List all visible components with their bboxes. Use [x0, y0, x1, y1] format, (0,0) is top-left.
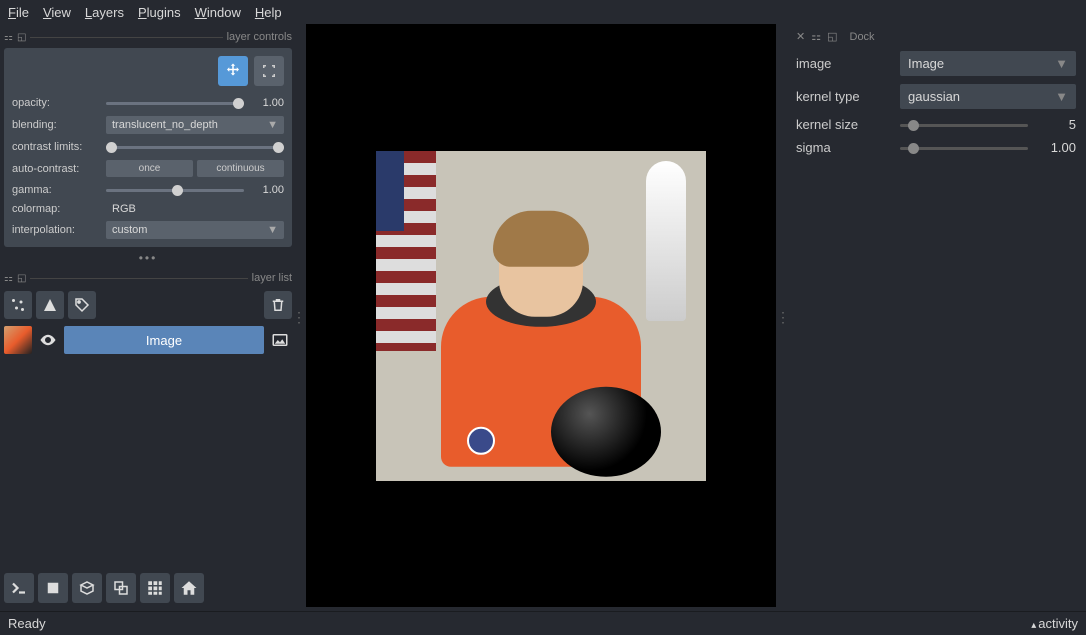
kernel-size-label: kernel size	[796, 117, 892, 132]
layer-thumbnail	[4, 326, 32, 354]
interpolation-label: interpolation:	[12, 224, 100, 236]
sigma-value: 1.00	[1036, 140, 1076, 155]
popout-icon[interactable]: ◱	[827, 30, 837, 43]
undock-icon[interactable]: ⚏	[811, 30, 821, 43]
layer-tools-row	[4, 291, 292, 319]
center-area	[302, 24, 780, 611]
image-param-value: Image	[908, 56, 944, 71]
square-icon	[44, 579, 62, 597]
auto-contrast-once-button[interactable]: once	[106, 160, 193, 177]
layer-list-header: ⚏ ◱ layer list	[4, 269, 292, 287]
layer-type-icon	[268, 331, 292, 349]
layer-controls-panel: opacity: 1.00 blending: translucent_no_d…	[4, 48, 292, 247]
transform-icon	[260, 62, 278, 80]
opacity-label: opacity:	[12, 97, 100, 109]
blending-select[interactable]: translucent_no_depth ▼	[106, 116, 284, 134]
layer-name[interactable]: Image	[64, 326, 264, 354]
menu-window[interactable]: Window	[195, 5, 241, 20]
colormap-label: colormap:	[12, 203, 100, 215]
status-text: Ready	[8, 616, 46, 631]
ndisplay-button[interactable]	[38, 573, 68, 603]
popout-icon[interactable]: ◱	[17, 273, 26, 284]
cube-roll-icon	[78, 579, 96, 597]
menu-bar: File View Layers Plugins Window Help	[0, 0, 1086, 24]
kernel-type-value: gaussian	[908, 89, 960, 104]
right-sidebar: ✕ ⚏ ◱ Dock image Image ▼ kernel type gau…	[786, 24, 1086, 611]
image-param-select[interactable]: Image ▼	[900, 51, 1076, 76]
dock-header: ✕ ⚏ ◱ Dock	[796, 30, 1076, 43]
move-icon	[224, 62, 242, 80]
main-area: ⚏ ◱ layer controls opacity: 1.00	[0, 24, 1086, 611]
layer-controls-header: ⚏ ◱ layer controls	[4, 28, 292, 46]
console-icon	[10, 579, 28, 597]
interpolation-select[interactable]: custom ▼	[106, 221, 284, 239]
layer-visibility-toggle[interactable]	[36, 331, 60, 349]
layer-list-title: layer list	[252, 272, 292, 284]
kernel-size-value: 5	[1036, 117, 1076, 132]
interpolation-value: custom	[112, 224, 147, 236]
contrast-limits-label: contrast limits:	[12, 141, 100, 153]
home-button[interactable]	[174, 573, 204, 603]
image-icon	[271, 331, 289, 349]
shapes-icon	[41, 296, 59, 314]
blending-value: translucent_no_depth	[112, 119, 218, 131]
blending-label: blending:	[12, 119, 100, 131]
canvas-viewer[interactable]	[306, 24, 776, 607]
chevron-down-icon: ▼	[1055, 56, 1068, 71]
close-icon[interactable]: ✕	[796, 30, 805, 43]
image-param-label: image	[796, 56, 892, 71]
auto-contrast-continuous-button[interactable]: continuous	[197, 160, 284, 177]
more-icon[interactable]: •••	[4, 251, 292, 265]
kernel-size-slider[interactable]	[900, 118, 1028, 132]
sigma-label: sigma	[796, 140, 892, 155]
kernel-type-select[interactable]: gaussian ▼	[900, 84, 1076, 109]
gamma-slider[interactable]	[106, 183, 244, 197]
gamma-value: 1.00	[250, 184, 284, 196]
home-icon	[180, 579, 198, 597]
menu-view[interactable]: View	[43, 5, 71, 20]
popout-icon[interactable]: ◱	[17, 32, 26, 43]
new-points-layer-button[interactable]	[4, 291, 32, 319]
menu-plugins[interactable]: Plugins	[138, 5, 181, 20]
status-bar: Ready activity	[0, 611, 1086, 635]
points-icon	[9, 296, 27, 314]
transform-mode-button[interactable]	[254, 56, 284, 86]
roll-dims-button[interactable]	[72, 573, 102, 603]
layer-item[interactable]: Image	[4, 325, 292, 355]
layer-controls-title: layer controls	[227, 31, 292, 43]
colormap-value: RGB	[106, 203, 136, 215]
contrast-limits-slider[interactable]	[106, 140, 284, 154]
new-shapes-layer-button[interactable]	[36, 291, 64, 319]
viewer-buttons	[4, 569, 292, 607]
grid-button[interactable]	[140, 573, 170, 603]
gamma-label: gamma:	[12, 184, 100, 196]
opacity-value: 1.00	[250, 97, 284, 109]
opacity-slider[interactable]	[106, 96, 244, 110]
console-button[interactable]	[4, 573, 34, 603]
grid-icon	[146, 579, 164, 597]
chevron-down-icon: ▼	[267, 119, 278, 131]
undock-icon[interactable]: ⚏	[4, 32, 13, 43]
kernel-type-label: kernel type	[796, 89, 892, 104]
labels-icon	[73, 296, 91, 314]
canvas-image	[376, 151, 706, 481]
transpose-dims-button[interactable]	[106, 573, 136, 603]
left-sidebar: ⚏ ◱ layer controls opacity: 1.00	[0, 24, 296, 611]
delete-layer-button[interactable]	[264, 291, 292, 319]
menu-help[interactable]: Help	[255, 5, 282, 20]
chevron-down-icon: ▼	[1055, 89, 1068, 104]
transpose-icon	[112, 579, 130, 597]
eye-icon	[39, 331, 57, 349]
sigma-slider[interactable]	[900, 141, 1028, 155]
activity-button[interactable]: activity	[1031, 616, 1078, 631]
trash-icon	[269, 296, 287, 314]
menu-file[interactable]: File	[8, 5, 29, 20]
pan-zoom-mode-button[interactable]	[218, 56, 248, 86]
menu-layers[interactable]: Layers	[85, 5, 124, 20]
dock-title: Dock	[850, 31, 875, 43]
new-labels-layer-button[interactable]	[68, 291, 96, 319]
undock-icon[interactable]: ⚏	[4, 273, 13, 284]
chevron-down-icon: ▼	[267, 224, 278, 236]
auto-contrast-label: auto-contrast:	[12, 163, 100, 175]
